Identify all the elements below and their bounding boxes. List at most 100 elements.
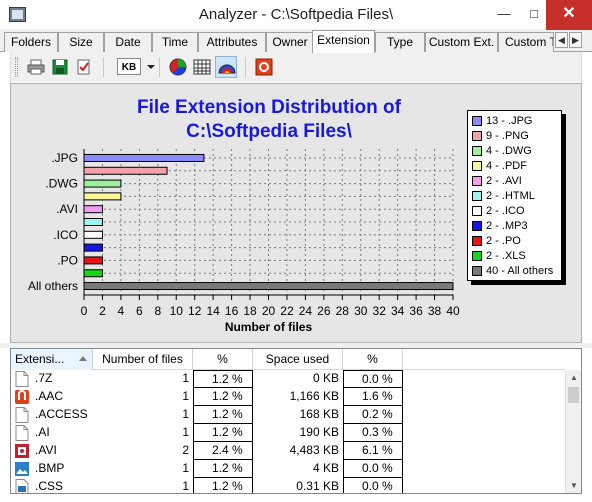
cell-extension: .ACCESS: [11, 406, 93, 424]
cell-space-used: 4 KB: [312, 461, 339, 475]
sort-ascending-icon: [79, 356, 87, 361]
tab-folders[interactable]: Folders: [4, 32, 58, 52]
cell-space-used: 0 KB: [312, 371, 339, 385]
properties-icon[interactable]: [73, 56, 95, 78]
x-tick-label: 10: [170, 304, 184, 318]
bar-ico: [83, 230, 103, 239]
cell-percent-space: 0.0 %: [343, 478, 403, 493]
scrollbar-thumb[interactable]: [568, 387, 579, 403]
print-icon[interactable]: [25, 56, 47, 78]
legend-swatch: [472, 251, 482, 261]
y-tick-label: .JPG: [51, 151, 78, 165]
list-header: Extensi... Number of files % Space used …: [11, 349, 565, 370]
column-header-space-used[interactable]: Space used: [253, 349, 343, 370]
save-icon[interactable]: [49, 56, 71, 78]
x-tick-label: 18: [243, 304, 257, 318]
bar-png: [83, 166, 168, 175]
tab-size[interactable]: Size: [58, 32, 104, 52]
tab-date[interactable]: Date: [104, 32, 152, 52]
tab-attributes[interactable]: Attributes: [198, 32, 266, 52]
extension-name: .CSS: [35, 479, 64, 493]
table-row[interactable]: .AVI 2 2.4 % 4,483 KB 6.1 %: [11, 442, 565, 460]
toolbar-separator: [103, 57, 104, 77]
x-tick-label: 38: [428, 304, 442, 318]
tab-time[interactable]: Time: [152, 32, 198, 52]
x-tick-label: 32: [373, 304, 387, 318]
bar-chart-icon[interactable]: [215, 56, 237, 78]
tab-custom-type[interactable]: Custom T: [498, 32, 554, 52]
y-tick-label: .AVI: [56, 202, 78, 216]
legend-swatch: [472, 176, 482, 186]
bar-pdf: [83, 192, 122, 201]
cell-space-used: 168 KB: [299, 407, 339, 421]
cell-percent-space: 0.0 %: [343, 460, 403, 478]
legend-label: 2 - .ICO: [486, 205, 525, 217]
column-header-number-of-files[interactable]: Number of files: [93, 349, 193, 370]
cell-space-used: 190 KB: [299, 425, 339, 439]
tab-scroll-right-icon[interactable]: ▶: [569, 32, 582, 48]
x-tick-label: 30: [354, 304, 368, 318]
kb-unit-selector[interactable]: KB: [117, 58, 141, 75]
tab-extension[interactable]: Extension: [312, 30, 375, 53]
y-tick-label: .DWG: [45, 177, 78, 191]
grid-chart-icon[interactable]: [191, 56, 213, 78]
cell-extension: .AI: [11, 424, 93, 442]
legend-swatch: [472, 206, 482, 216]
scroll-up-icon[interactable]: ▲: [566, 370, 581, 386]
y-tick-label: .PO: [57, 253, 78, 267]
table-row[interactable]: .CSS 1 1.2 % 0.31 KB 0.0 %: [11, 478, 565, 493]
maximize-button[interactable]: □: [519, 0, 549, 30]
cell-percent-files: 1.2 %: [193, 478, 253, 493]
bar-avi: [83, 205, 103, 214]
cell-extension: .BMP: [11, 460, 93, 478]
bar-mp3: [83, 243, 103, 252]
legend-swatch: [472, 161, 482, 171]
blank-file-icon: [15, 425, 29, 441]
x-tick-label: 26: [317, 304, 331, 318]
table-row[interactable]: .AAC 1 1.2 % 1,166 KB 1.6 %: [11, 388, 565, 406]
extension-name: .AI: [35, 425, 50, 439]
extension-name: .AVI: [35, 443, 57, 457]
column-header-percent-space[interactable]: %: [343, 349, 403, 370]
cell-extension: .7Z: [11, 370, 93, 388]
legend-swatch: [472, 191, 482, 201]
table-row[interactable]: .AI 1 1.2 % 190 KB 0.3 %: [11, 424, 565, 442]
table-row[interactable]: .BMP 1 1.2 % 4 KB 0.0 %: [11, 460, 565, 478]
bar-all-others: [83, 282, 454, 291]
legend-label: 4 - .PDF: [486, 160, 527, 172]
x-tick-label: 14: [206, 304, 220, 318]
legend-swatch: [472, 116, 482, 126]
tab-type[interactable]: Type: [375, 32, 425, 52]
chart-panel: File Extension Distribution of C:\Softpe…: [10, 83, 582, 343]
bar-html: [83, 218, 103, 226]
table-row[interactable]: .ACCESS 1 1.2 % 168 KB 0.2 %: [11, 406, 565, 424]
cell-percent-files: 1.2 %: [193, 370, 253, 388]
scroll-down-icon[interactable]: ▼: [566, 478, 581, 493]
vertical-scrollbar[interactable]: ▲ ▼: [565, 370, 581, 493]
toolbar-grip[interactable]: [15, 57, 18, 77]
blank-file-icon: [15, 371, 29, 387]
extension-name: .ACCESS: [35, 407, 88, 421]
pie-chart-icon[interactable]: [167, 56, 189, 78]
cell-extension: .CSS: [11, 478, 93, 493]
chart-legend: 13 - .JPG 9 - .PNG 4 - .DWG 4 - .PDF 2 - .AV…: [467, 110, 562, 281]
toolbar-separator: [245, 57, 246, 77]
chevron-down-icon[interactable]: [147, 65, 155, 69]
bar-dwg: [83, 179, 122, 188]
column-header-percent-files[interactable]: %: [193, 349, 253, 370]
cell-percent-space: 0.3 %: [343, 424, 403, 442]
tab-owner[interactable]: Owner: [266, 32, 314, 52]
close-button[interactable]: ✕: [546, 0, 592, 30]
table-row[interactable]: .7Z 1 1.2 % 0 KB 0.0 %: [11, 370, 565, 388]
column-header-extension[interactable]: Extensi...: [11, 349, 93, 370]
options-icon[interactable]: [253, 56, 275, 78]
cell-space-used: 1,166 KB: [289, 389, 339, 403]
minimize-button[interactable]: —: [489, 0, 519, 30]
cell-number-of-files: 2: [182, 443, 189, 457]
blank-file-icon: [15, 407, 29, 423]
legend-label: 4 - .DWG: [486, 145, 532, 157]
tab-scroll-left-icon[interactable]: ◀: [555, 32, 568, 48]
x-tick-label: 28: [336, 304, 350, 318]
tab-custom-ext[interactable]: Custom Ext.: [425, 32, 498, 52]
x-axis-label: Number of files: [225, 320, 313, 334]
